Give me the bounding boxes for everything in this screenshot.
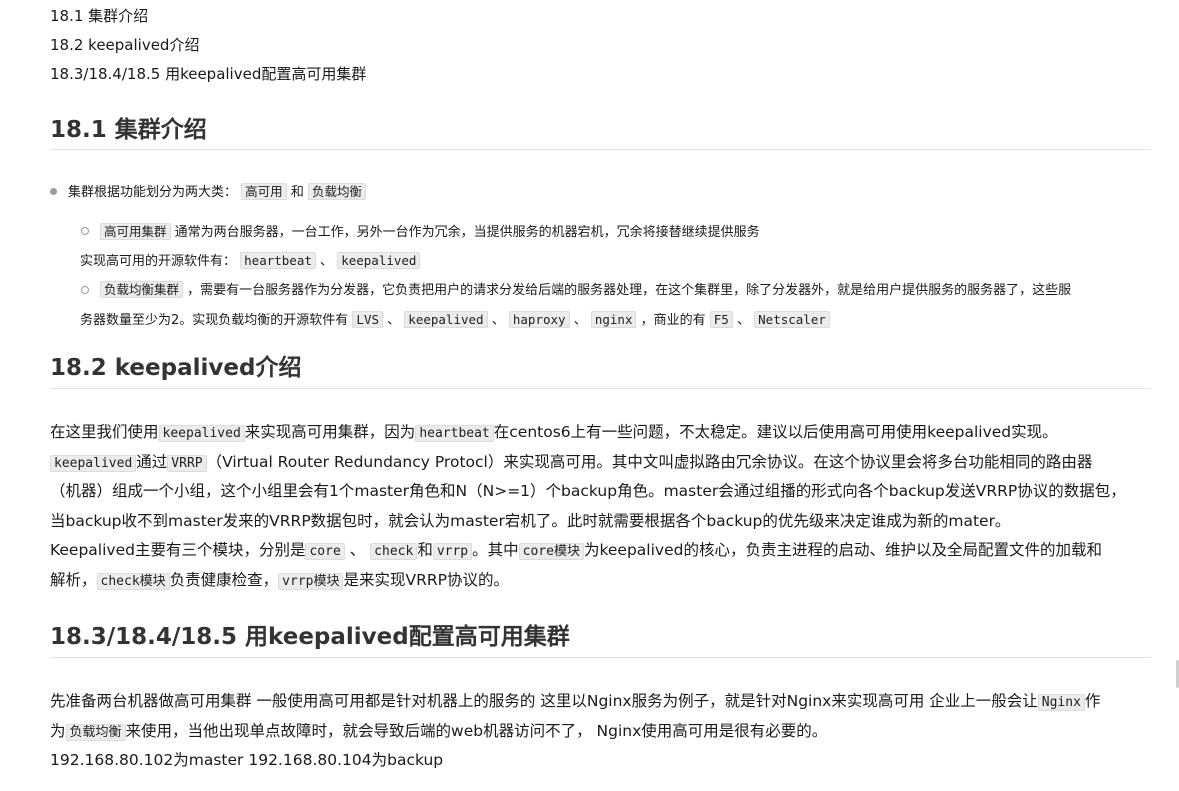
- inline-code: check: [370, 543, 418, 560]
- cluster-types-item: 集群根据功能划分为两大类： 高可用 和 负载均衡: [68, 181, 366, 204]
- text: 在这里我们使用: [50, 423, 159, 441]
- paragraph-line: 当backup收不到master发来的VRRP数据包时，就会认为master宕机…: [50, 512, 1011, 530]
- text: 通过: [136, 453, 168, 471]
- text: 在centos6上有一些问题，不太稳定。建议以后使用高可用使用keepalive…: [493, 423, 1058, 441]
- separator: 、: [491, 313, 505, 328]
- inline-code: vrrp: [432, 543, 473, 560]
- inline-code: nginx: [590, 311, 637, 328]
- sub-bullet-circle-icon: [81, 286, 89, 294]
- heading-divider: [50, 388, 1151, 389]
- text: 和: [417, 541, 433, 559]
- inline-code: keepalived: [337, 252, 421, 269]
- inline-code: Nginx: [1037, 694, 1085, 711]
- separator: 、: [573, 313, 587, 328]
- text: 负责健康检查，: [169, 571, 279, 589]
- inline-code: vrrp模块: [278, 573, 344, 590]
- inline-code: 高可用集群: [100, 223, 171, 240]
- separator: 、: [349, 541, 366, 559]
- text: ，需要有一台服务器作为分发器，它负责把用户的请求分发给后端的服务器处理，在这个集…: [187, 283, 1072, 298]
- heading-divider: [50, 657, 1151, 658]
- text: 来实现高可用集群，因为: [244, 423, 416, 441]
- inline-code: keepalived: [50, 455, 137, 472]
- inline-code: 负载均衡: [65, 724, 126, 741]
- heading-divider: [50, 149, 1151, 150]
- ha-cluster-item: 高可用集群 通常为两台服务器，一台工作，另外一台作为冗余，当提供服务的机器宕机，…: [100, 221, 760, 244]
- text: （Virtual Router Redundancy Protocl）来实现高可…: [206, 453, 1093, 471]
- paragraph-line: 在这里我们使用 keepalived 来实现高可用集群，因为 heartbeat 在ce…: [50, 421, 1058, 445]
- inline-code: heartbeat: [415, 425, 494, 442]
- text: ，商业的有: [640, 313, 706, 328]
- separator: 、: [387, 313, 401, 328]
- paragraph-line: Keepalived主要有三个模块，分别是 core 、 check 和 vrrp 。其…: [50, 539, 1102, 563]
- text: 来使用，当他出现单点故障时，就会导致后端的web机器访问不了， Nginx使用高…: [125, 722, 828, 740]
- text: 是来实现VRRP协议的。: [343, 571, 509, 589]
- text: 作: [1084, 692, 1101, 710]
- text: 和: [290, 185, 304, 200]
- section-heading-18-3: 18.3/18.4/18.5 用keepalived配置高可用集群: [50, 624, 570, 650]
- text: 。其中: [472, 541, 519, 559]
- lb-cluster-item: 负载均衡集群 ，需要有一台服务器作为分发器，它负责把用户的请求分发给后端的服务器…: [100, 279, 1071, 302]
- inline-code: keepalived: [158, 425, 245, 442]
- inline-code: core模块: [518, 543, 584, 560]
- text: 通常为两台服务器，一台工作，另外一台作为冗余，当提供服务的机器宕机，冗余将接替继…: [174, 225, 760, 240]
- text: 为: [50, 722, 66, 740]
- inline-code: 高可用: [241, 183, 287, 200]
- ha-software-line: 实现高可用的开源软件有： heartbeat 、 keepalived: [80, 250, 421, 273]
- lb-software-line: 务器数量至少为2。实现负载均衡的开源软件有 LVS 、 keepalived 、…: [80, 309, 830, 332]
- inline-code: check模块: [96, 573, 170, 590]
- section-heading-18-1: 18.1 集群介绍: [50, 117, 207, 143]
- inline-code: core: [305, 543, 345, 560]
- inline-code: VRRP: [167, 455, 207, 472]
- text: Keepalived主要有三个模块，分别是: [50, 541, 306, 559]
- sub-bullet-circle-icon: [81, 227, 89, 235]
- paragraph-line: 为负载均衡 来使用，当他出现单点故障时，就会导致后端的web机器访问不了， Ngi…: [50, 720, 827, 744]
- text: 集群根据功能划分为两大类：: [68, 185, 238, 200]
- paragraph-line: 解析， check模块 负责健康检查， vrrp模块 是来实现VRRP协议的。: [50, 569, 509, 593]
- inline-code: LVS: [352, 311, 383, 328]
- paragraph-line: 192.168.80.102为master 192.168.80.104为bac…: [50, 751, 444, 769]
- bullet-dot-icon: [50, 188, 57, 195]
- inline-code: haproxy: [508, 311, 570, 328]
- text: 务器数量至少为2。实现负载均衡的开源软件有: [80, 313, 349, 328]
- section-heading-18-2: 18.2 keepalived介绍: [50, 355, 302, 381]
- separator: 、: [736, 313, 750, 328]
- paragraph-line: （机器）组成一个小组，这个小组里会有1个master角色和N（N>=1）个bac…: [50, 482, 1126, 500]
- inline-code: heartbeat: [240, 252, 316, 269]
- toc-link-18-1[interactable]: 18.1 集群介绍: [50, 5, 148, 27]
- text: 实现高可用的开源软件有：: [80, 254, 237, 269]
- text: 先准备两台机器做高可用集群 一般使用高可用都是针对机器上的服务的 这里以Ngin…: [50, 692, 1038, 710]
- paragraph-line: 先准备两台机器做高可用集群 一般使用高可用都是针对机器上的服务的 这里以Ngin…: [50, 690, 1100, 714]
- inline-code: Netscaler: [754, 311, 830, 328]
- inline-code: 负载均衡集群: [100, 281, 184, 298]
- text: 为keepalived的核心，负责主进程的启动、维护以及全局配置文件的加载和: [583, 541, 1102, 559]
- paragraph-line: keepalived 通过 VRRP （Virtual Router Redundan…: [50, 451, 1092, 475]
- inline-code: keepalived: [404, 311, 488, 328]
- inline-code: F5: [709, 311, 733, 328]
- inline-code: 负载均衡: [307, 183, 366, 200]
- separator: 、: [320, 254, 334, 269]
- toc-link-18-3[interactable]: 18.3/18.4/18.5 用keepalived配置高可用集群: [50, 63, 366, 85]
- toc-link-18-2[interactable]: 18.2 keepalived介绍: [50, 34, 199, 56]
- text: 解析，: [50, 571, 97, 589]
